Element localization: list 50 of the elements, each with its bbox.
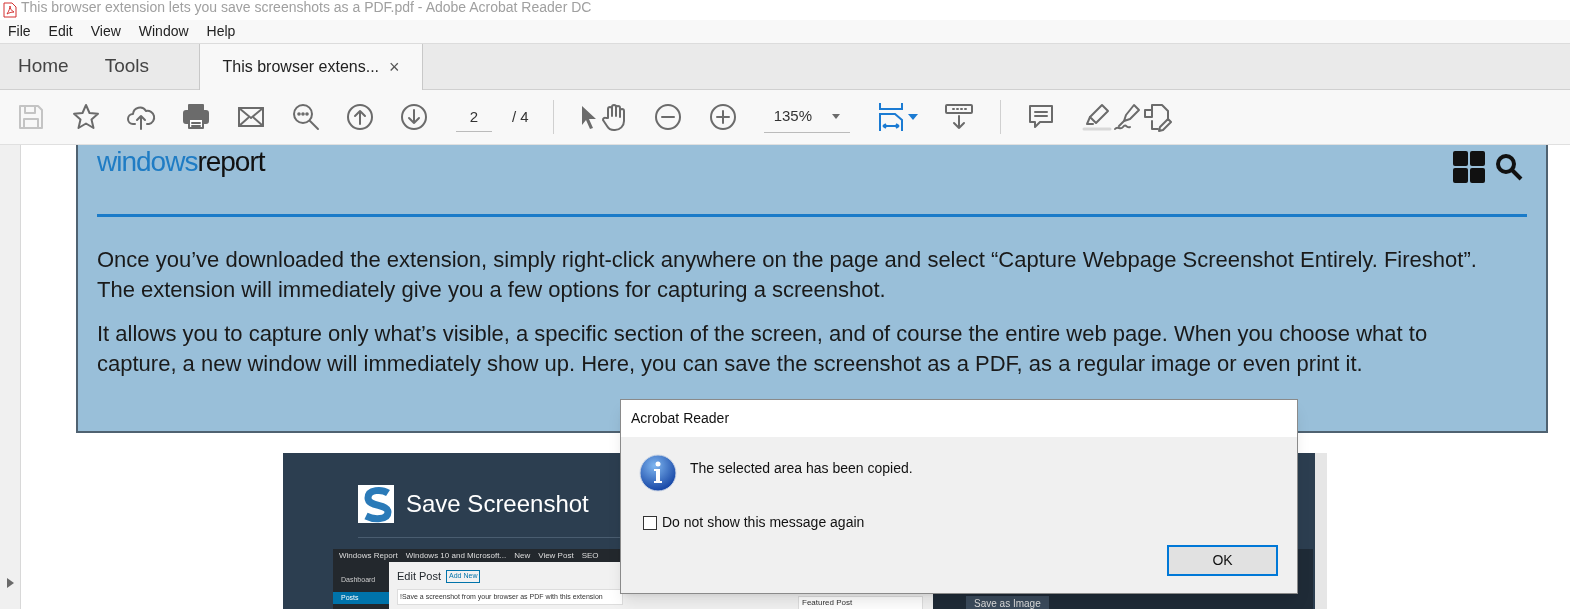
admin-bar-item[interactable]: View Post	[538, 551, 574, 560]
admin-bar-item[interactable]: Windows Report	[339, 551, 398, 560]
tab[interactable]: Home	[0, 44, 87, 89]
search-icon[interactable]	[1495, 153, 1523, 181]
menu-item[interactable]: View	[90, 21, 121, 42]
star-icon[interactable]	[71, 102, 101, 132]
site-logo: windowsreport	[97, 148, 265, 176]
s-logo-icon	[358, 485, 394, 523]
print-icon[interactable]	[181, 102, 211, 132]
admin-bar-item[interactable]: New	[514, 551, 531, 560]
checkbox-label[interactable]: Do not show this message again	[662, 512, 865, 533]
admin-bar-item[interactable]: Windows 10 and Microsoft...	[405, 551, 507, 560]
menu-item[interactable]: Help	[206, 21, 236, 42]
page-count: / 4	[512, 106, 529, 127]
scrollbar[interactable]	[1315, 453, 1327, 609]
save-as-image-button[interactable]: Save as Image	[966, 596, 1049, 609]
window-title: This browser extension lets you save screenshots as a PDF.pdf - Adobe Acrobat Reader DC	[21, 0, 592, 14]
edit-post-title: Edit Post	[397, 569, 442, 584]
dialog-message: The selected area has been copied.	[690, 458, 913, 478]
highlighter-icon[interactable]	[1081, 102, 1112, 132]
close-tab-icon[interactable]: ×	[389, 53, 400, 81]
menu-item[interactable]: Edit	[48, 21, 73, 42]
screenshot-heading: Save Screenshot	[406, 489, 589, 519]
featured-post-box: Featured Post	[798, 596, 923, 609]
grid-menu-icon[interactable]	[1453, 151, 1485, 183]
paragraph: Once you’ve downloaded the extension, simply right-click anywhere on the page and select “Capture Webpage Screenshot Entirely. Fireshot”. The extension will immediately give you a few options for capturing a screenshot.	[97, 246, 1478, 304]
zoom-out-icon[interactable]	[653, 102, 682, 132]
edit-pdf-icon[interactable]	[1141, 102, 1172, 132]
menu-item[interactable]: Window	[138, 21, 189, 42]
fit-page-icon[interactable]	[877, 102, 918, 132]
pen-sign-icon[interactable]	[1111, 102, 1142, 132]
zoom-dropdown[interactable]: 135%	[763, 101, 850, 133]
page-up-icon[interactable]	[346, 102, 374, 132]
zoom-in-icon[interactable]	[708, 102, 737, 132]
tab[interactable]: This browser extens... ×	[199, 44, 424, 90]
admin-bar-item[interactable]: SEO	[581, 551, 599, 560]
paragraph: It allows you to capture only what’s visible, a specific section of the screen, and of course the entire web page. When you choose what to capture, a new window will immediately show up. Here, you can save the screenshot as a PDF, as a regular image or even print it.	[97, 320, 1429, 378]
hand-icon[interactable]	[599, 102, 628, 132]
page-down-icon[interactable]	[400, 102, 428, 132]
info-icon	[639, 454, 677, 492]
menu-item[interactable]: File	[8, 21, 31, 42]
page-number-field[interactable]: 2	[456, 101, 492, 133]
search-icon[interactable]	[291, 102, 321, 132]
checkbox[interactable]	[643, 515, 657, 530]
ok-button[interactable]: OK	[1167, 545, 1278, 576]
scroll-mode-icon[interactable]	[943, 102, 974, 132]
dialog-title: Acrobat Reader	[631, 409, 730, 428]
expand-panel-icon[interactable]	[6, 578, 14, 588]
caret-icon	[831, 114, 840, 119]
tab[interactable]: Tools	[86, 44, 168, 89]
